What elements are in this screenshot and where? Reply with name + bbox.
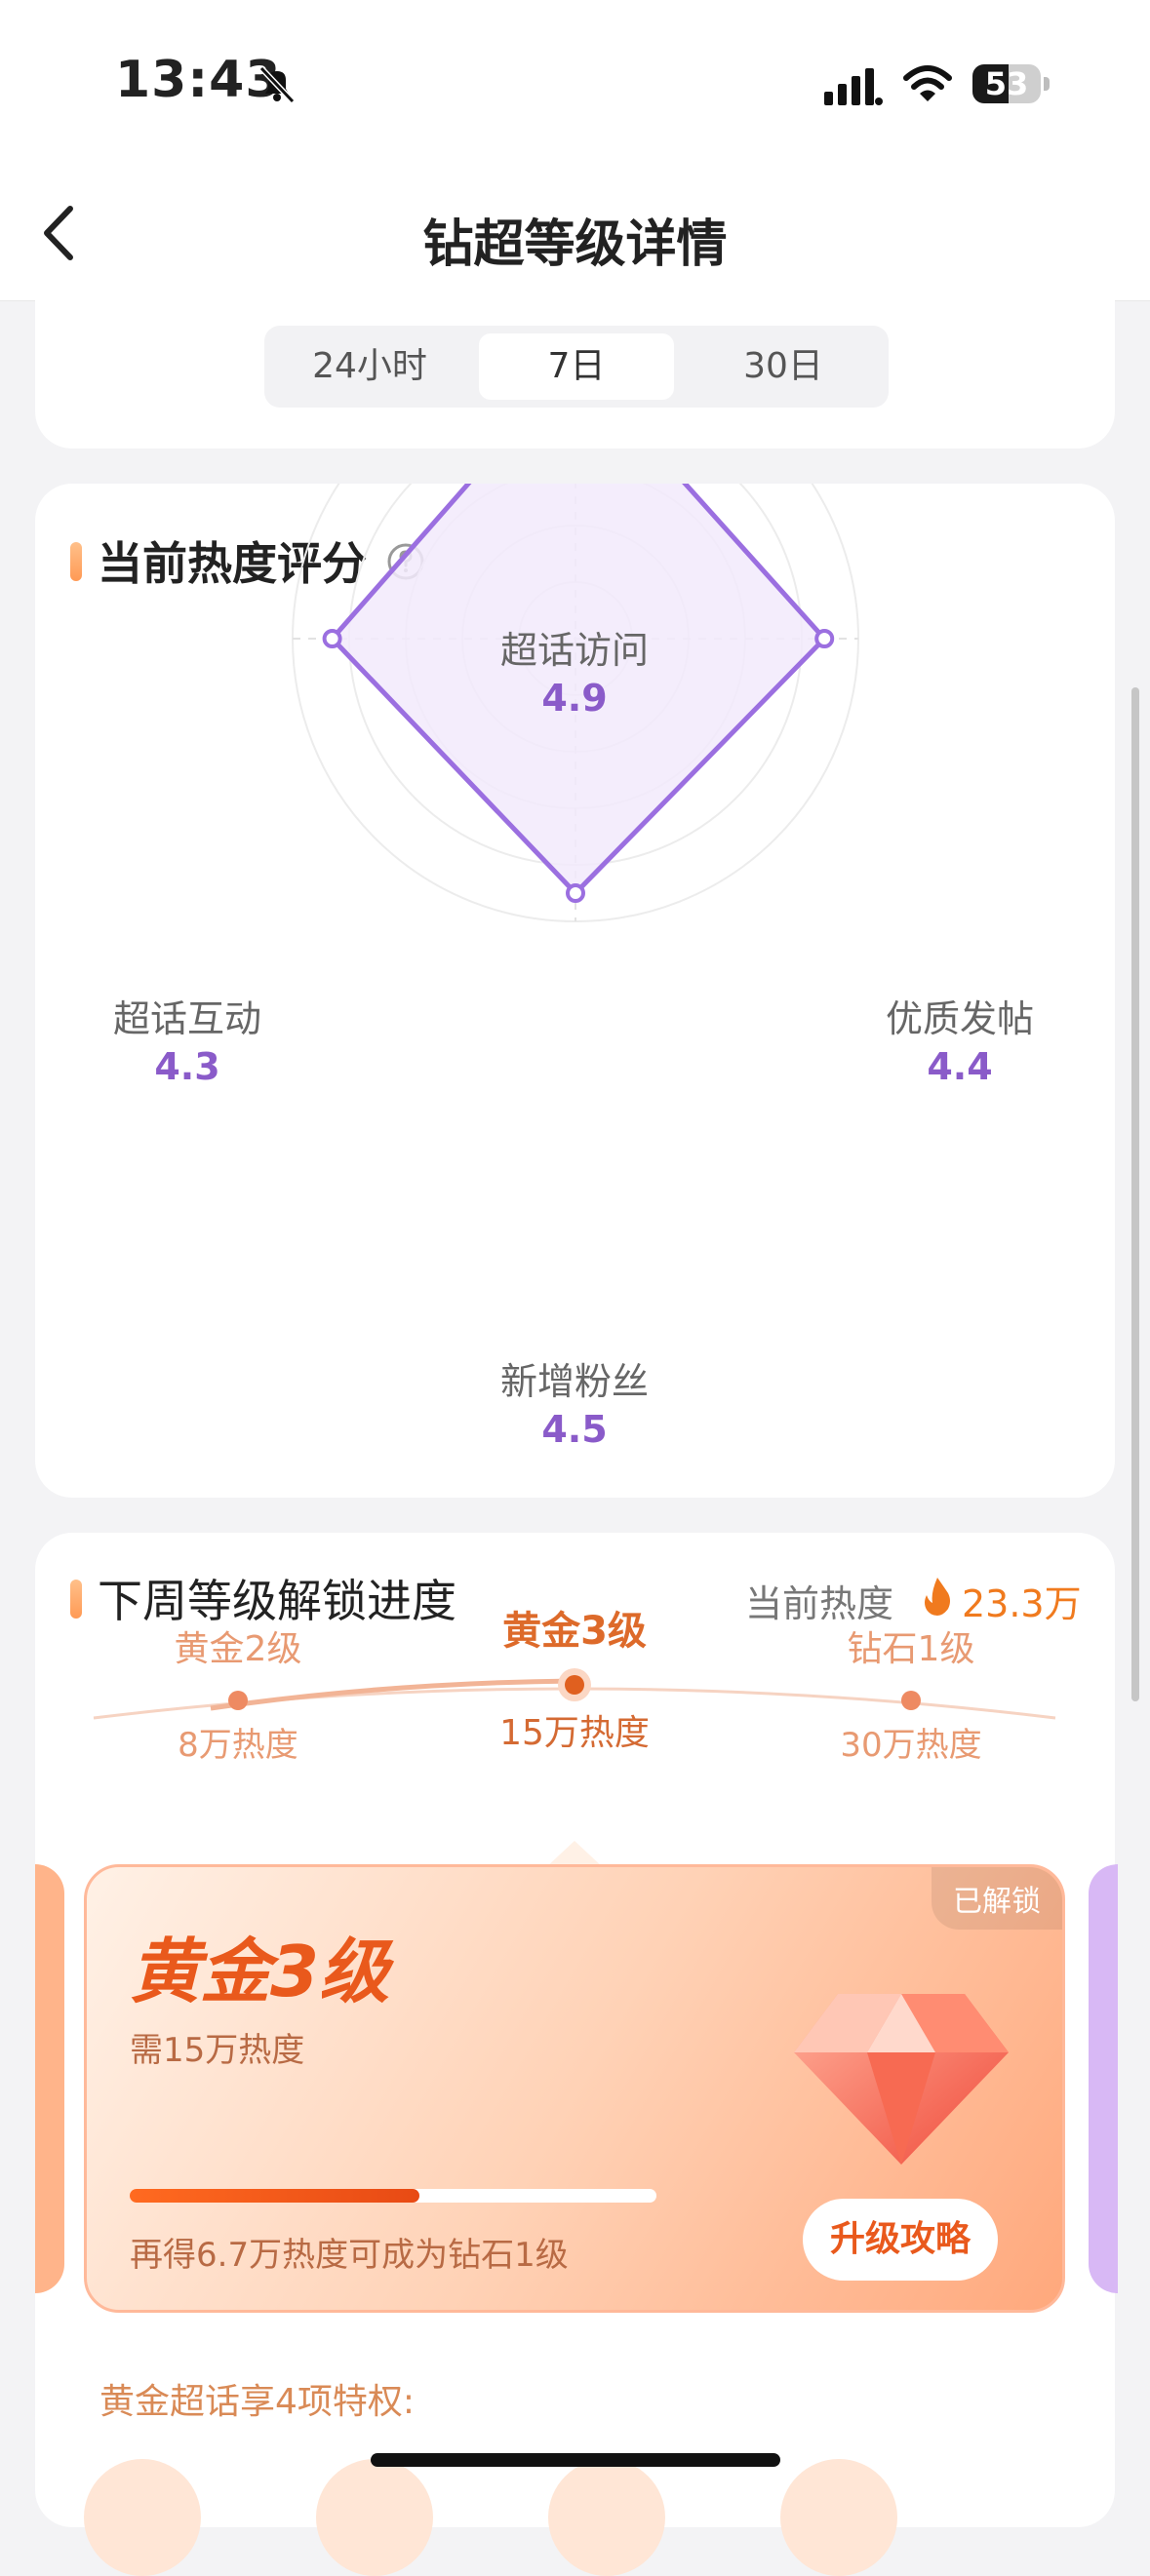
unlocked-tag: 已解锁	[932, 1867, 1062, 1930]
current-level-card[interactable]: 已解锁 黄金3级 需15万热度 再得6.7万热度可成为钻石1级 升级攻略	[84, 1864, 1065, 2313]
perk-icons-row	[35, 2459, 1115, 2576]
level-progress-bar	[130, 2189, 656, 2203]
level-diamond-1[interactable]: 钻石1级	[794, 1620, 1028, 1671]
signal-icon	[824, 68, 883, 105]
fire-icon	[925, 1578, 950, 1616]
perk-icon[interactable]	[84, 2459, 201, 2576]
level-gold-3-heat: 15万热度	[499, 1713, 650, 1753]
tab-30d[interactable]: 30日	[686, 333, 881, 400]
level-gold-2-heat: 8万热度	[178, 1726, 298, 1765]
scrollbar[interactable]	[1131, 687, 1139, 1701]
progress-text: 再得6.7万热度可成为钻石1级	[130, 2236, 569, 2275]
perk-heading: 黄金超话享4项特权:	[99, 2382, 416, 2422]
current-heat-value: 23.3万	[962, 1582, 1082, 1625]
home-indicator	[371, 2453, 780, 2467]
level-gold-2[interactable]: 黄金2级	[121, 1620, 355, 1671]
axis-value-posts: 4.4	[927, 1045, 993, 1088]
axis-label-posts: 优质发帖	[885, 997, 1034, 1040]
battery-icon: 53	[972, 64, 1051, 105]
axis-value-visit: 4.9	[541, 677, 608, 720]
diamond-gem-icon	[794, 1994, 1009, 2165]
axis-value-interact: 4.3	[154, 1045, 220, 1088]
page-title: 钻超等级详情	[422, 215, 728, 274]
axis-label-interact: 超话互动	[112, 997, 261, 1040]
perk-icon[interactable]	[548, 2459, 665, 2576]
radar-point	[322, 629, 342, 648]
next-level-card[interactable]	[1089, 1864, 1118, 2293]
level-progress-fill	[130, 2189, 419, 2203]
range-card: 24小时 7日 30日	[35, 293, 1115, 449]
range-segmented-control: 24小时 7日 30日	[264, 326, 889, 408]
unlock-progress-card: 下周等级解锁进度 当前热度 23.3万 黄金2级 8万热度 黄金3级 15万热度…	[35, 1533, 1118, 2576]
tab-24h[interactable]: 24小时	[272, 333, 467, 400]
status-bar: 13:43 53	[0, 0, 1150, 166]
bell-muted-icon	[258, 65, 296, 104]
level-gold-3[interactable]: 黄金3级	[457, 1599, 692, 1656]
battery-percent: 53	[984, 65, 1029, 102]
heat-score-card: 当前热度评分 超话访问 4.9 优质发帖 4.4 新增粉丝 4.5 超话互动 4…	[35, 484, 1115, 1498]
perk-icon[interactable]	[316, 2459, 433, 2576]
current-heat-label: 当前热度	[745, 1582, 894, 1625]
radar-point	[814, 629, 835, 648]
perk-icon[interactable]	[780, 2459, 897, 2576]
axis-label-fans: 新增粉丝	[499, 1360, 649, 1403]
card-level-name: 黄金3级	[130, 1931, 390, 2012]
section-accent-bar	[70, 1580, 82, 1619]
nav-bar: 钻超等级详情	[0, 166, 1150, 301]
axis-label-visit: 超话访问	[499, 629, 649, 672]
axis-value-fans: 4.5	[541, 1408, 608, 1451]
upgrade-guide-button[interactable]: 升级攻略	[803, 2199, 998, 2281]
wifi-icon	[903, 65, 952, 101]
prev-level-card[interactable]	[35, 1864, 64, 2293]
card-need-heat: 需15万热度	[130, 2031, 305, 2070]
level-diamond-1-heat: 30万热度	[840, 1726, 982, 1765]
tab-7d[interactable]: 7日	[479, 333, 674, 400]
radar-point	[566, 883, 585, 903]
